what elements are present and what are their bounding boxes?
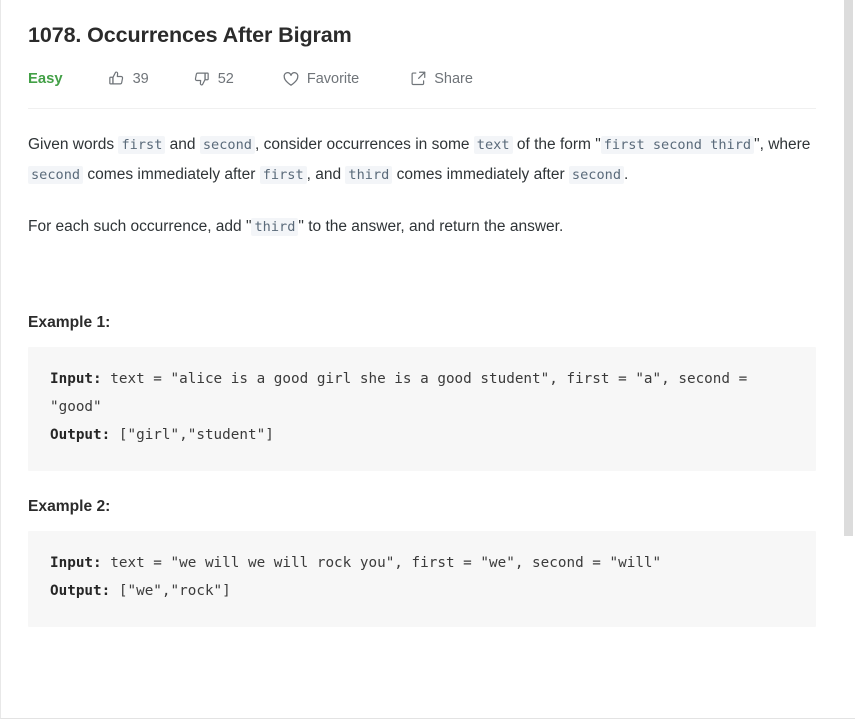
favorite-button[interactable]: Favorite xyxy=(282,70,359,88)
example-1-output-value: ["girl","student"] xyxy=(110,426,274,443)
problem-page: 1078. Occurrences After Bigram Easy 39 5… xyxy=(0,0,855,719)
inline-code-bigram-form: first second third xyxy=(600,135,755,154)
inline-code-first-2: first xyxy=(259,165,307,184)
desc-text: ", where xyxy=(754,135,811,153)
example-1-input-value: text = "alice is a good girl she is a go… xyxy=(50,370,756,415)
thumbs-down-icon xyxy=(193,70,211,88)
example-2-output-label: Output: xyxy=(50,582,111,599)
problem-description: Given words first and second, consider o… xyxy=(28,130,819,242)
description-paragraph-2: For each such occurrence, add " third " to… xyxy=(28,212,819,242)
heart-icon xyxy=(282,70,300,88)
favorite-label: Favorite xyxy=(306,70,360,87)
example-2-heading: Example 2: xyxy=(28,497,111,515)
vertical-scrollbar-thumb[interactable] xyxy=(844,0,853,536)
inline-code-second-3: second xyxy=(568,165,625,184)
example-2-output-value: ["we","rock"] xyxy=(110,582,231,599)
inline-code-third: third xyxy=(345,165,393,184)
desc-text: " to the answer, and return the answer. xyxy=(298,217,564,235)
desc-text: comes immediately after xyxy=(392,165,569,183)
desc-text: , and xyxy=(306,165,346,183)
example-2-input-label: Input: xyxy=(50,554,102,571)
problem-content-scroll-area[interactable]: 1078. Occurrences After Bigram Easy 39 5… xyxy=(1,0,846,718)
example-1: Example 1: Input: text = "alice is a goo… xyxy=(28,314,819,471)
inline-code-first: first xyxy=(118,135,166,154)
desc-text: of the form " xyxy=(512,135,601,153)
example-1-output-label: Output: xyxy=(50,426,111,443)
vertical-scrollbar-track[interactable] xyxy=(844,0,854,718)
desc-text: For each such occurrence, add " xyxy=(28,217,252,235)
inline-code-second-2: second xyxy=(28,165,84,184)
share-label: Share xyxy=(434,70,473,87)
desc-text: Given words xyxy=(28,135,119,153)
inline-code-second: second xyxy=(199,135,255,154)
dislike-button[interactable]: 52 xyxy=(193,70,234,88)
dislike-count: 52 xyxy=(217,70,234,87)
description-paragraph-1: Given words first and second, consider o… xyxy=(28,130,819,190)
example-2-input-value: text = "we will we will rock you", first… xyxy=(101,554,662,571)
like-count: 39 xyxy=(132,70,149,87)
problem-meta-toolbar: Easy 39 52 Favorite Share xyxy=(28,67,819,91)
example-1-input-label: Input: xyxy=(50,370,102,387)
like-button[interactable]: 39 xyxy=(108,70,149,88)
thumbs-up-icon xyxy=(108,70,126,88)
page-title: 1078. Occurrences After Bigram xyxy=(28,23,352,47)
desc-text: and xyxy=(165,135,200,153)
desc-text: . xyxy=(624,165,629,183)
desc-text: comes immediately after xyxy=(83,165,260,183)
inline-code-third-2: third xyxy=(251,217,299,236)
example-1-heading: Example 1: xyxy=(28,313,111,331)
share-button[interactable]: Share xyxy=(409,70,473,88)
inline-code-text: text xyxy=(473,135,513,154)
difficulty-badge: Easy xyxy=(28,70,63,87)
example-2-code: Input: text = "we will we will rock you"… xyxy=(28,530,816,627)
header-divider xyxy=(28,107,816,109)
share-icon xyxy=(409,70,427,88)
desc-text: , consider occurrences in some xyxy=(254,135,474,153)
example-1-code: Input: text = "alice is a good girl she … xyxy=(28,346,816,471)
example-2: Example 2: Input: text = "we will we wil… xyxy=(28,498,819,627)
